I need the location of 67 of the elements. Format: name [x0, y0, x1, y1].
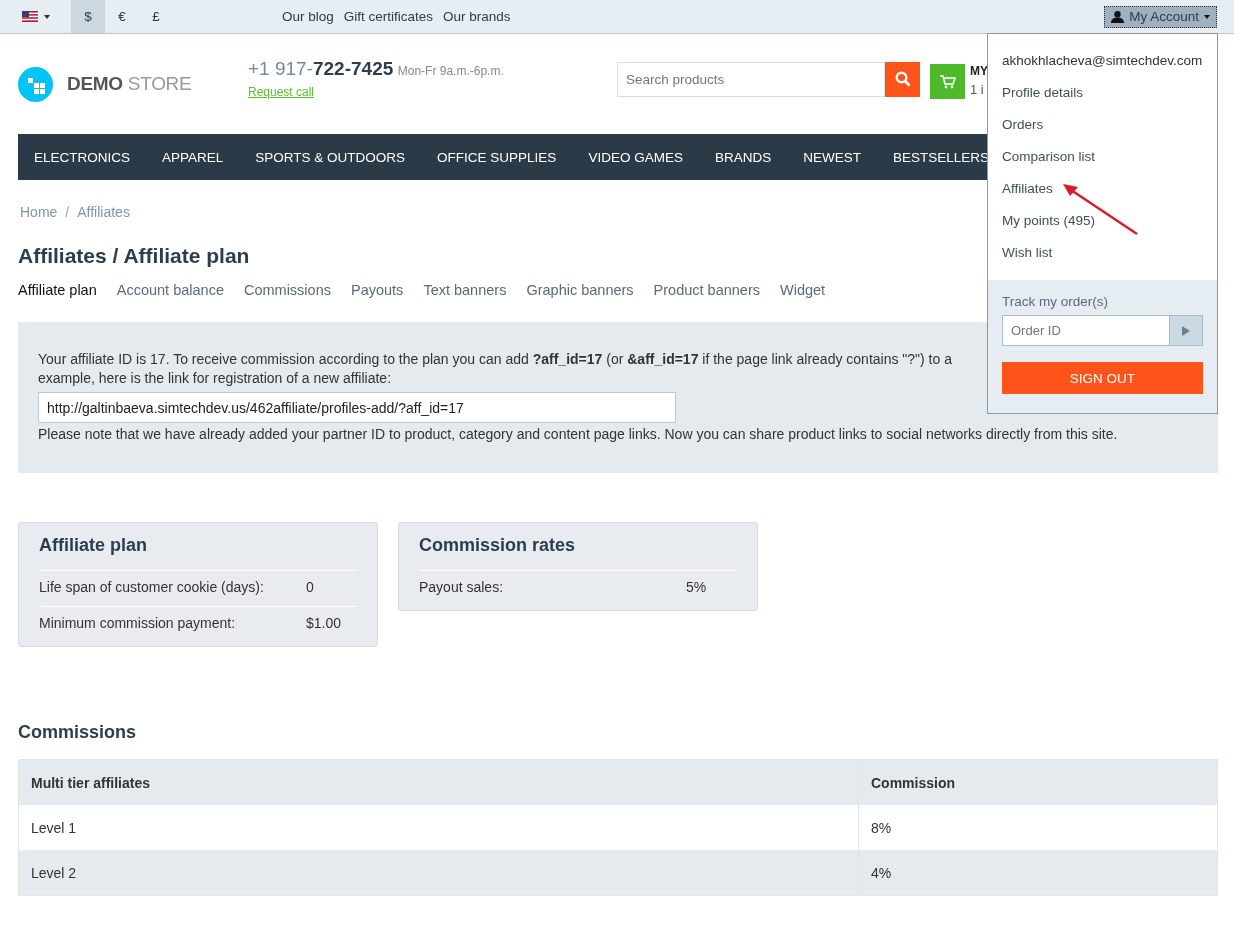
tab[interactable]: Text banners [423, 282, 507, 298]
menu-item[interactable]: Orders [1002, 108, 1203, 140]
search-field[interactable]: Search products [617, 61, 885, 97]
account-email: akhokhlacheva@simtechdev.com [1002, 51, 1203, 70]
search-icon [894, 71, 911, 87]
nav-item[interactable]: SPORTS & OUTDOORS [255, 149, 406, 165]
track-order-label: Track my order(s) [1002, 294, 1109, 309]
card-title: Commission rates [419, 535, 577, 556]
currency-option[interactable]: £ [139, 0, 173, 33]
field-label: Payout sales: [419, 579, 505, 595]
go-button[interactable] [1169, 316, 1202, 345]
tab[interactable]: Widget [780, 282, 826, 298]
link-field[interactable]: http://galtinbaeva.simtechdev.us/462affiliate/profiles-add/?aff_id=17 [38, 392, 676, 423]
tab[interactable]: Account balance [116, 282, 224, 298]
top-link[interactable]: Our blog [282, 9, 334, 24]
nav-item[interactable]: BESTSELLERS [892, 149, 989, 165]
logo-icon[interactable] [18, 66, 53, 102]
breadcrumb-separator: / [65, 204, 70, 220]
nav-item[interactable]: VIDEO GAMES [588, 149, 683, 165]
caret-icon [43, 14, 50, 19]
tab[interactable]: Payouts [350, 282, 404, 298]
top-link[interactable]: Gift certificates [343, 9, 434, 24]
caret-icon [1204, 14, 1210, 19]
menu-item[interactable]: My points (495) [1002, 204, 1203, 236]
nav-item[interactable]: NEWEST [803, 149, 861, 165]
affiliate-info-text: Your affiliate ID is 17. To receive commission according to the plan you can add ?aff_id=17 (or &aff_id=17 if the page link already contains "?") to a example, here is the link for registration of a new affiliate: [38, 350, 952, 388]
menu-item[interactable]: Profile details [1002, 76, 1203, 108]
flag-icon[interactable] [21, 11, 38, 22]
currency-option[interactable]: $ [71, 0, 105, 33]
menu-item[interactable]: Wish list [1002, 236, 1203, 268]
top-link[interactable]: Our brands [443, 9, 511, 24]
cart-button[interactable] [930, 64, 965, 99]
user-icon [1111, 10, 1125, 23]
table-cell-text: 4% [870, 863, 893, 883]
note-text: Please note that we have already added your partner ID to product, category and content page links. Now you can share product links to social networks directly from this site. [38, 425, 1119, 444]
field-label: Minimum commission payment: [39, 615, 237, 631]
table-cell-text: 8% [870, 818, 893, 838]
table-cell: Level 2 [19, 850, 859, 895]
working-hours: Mon-Fr 9a.m.-6p.m. [397, 64, 504, 78]
nav-item[interactable]: BRANDS [714, 149, 772, 165]
column-header: Commission [870, 773, 956, 793]
tab[interactable]: Graphic banners [526, 282, 634, 298]
nav-item[interactable]: APPAREL [162, 149, 224, 165]
store-name[interactable]: DEMO STORE [67, 73, 192, 95]
nav-item[interactable]: OFFICE SUPPLIES [437, 149, 557, 165]
tab[interactable]: Product banners [653, 282, 760, 298]
my-account-button[interactable]: My Account [1104, 5, 1217, 28]
cart-title[interactable]: MY [970, 64, 988, 78]
field-value: 5% [686, 579, 707, 595]
currency-option[interactable]: € [105, 0, 139, 33]
section-title: Commissions [18, 722, 138, 744]
field-label: Life span of customer cookie (days): [39, 579, 265, 595]
card-title: Affiliate plan [39, 535, 148, 556]
play-icon [1182, 325, 1190, 336]
menu-item[interactable]: Comparison list [1002, 140, 1203, 172]
page-title: Affiliates / Affiliate plan [18, 244, 250, 269]
tab[interactable]: Commissions [243, 282, 331, 298]
order-id-field[interactable]: Order ID [1002, 315, 1203, 346]
menu-item[interactable]: Affiliates [1002, 172, 1203, 204]
search-button[interactable] [885, 61, 920, 97]
field-value: 0 [306, 579, 314, 595]
cart-icon [939, 74, 956, 89]
tab[interactable]: Affiliate plan [18, 282, 97, 298]
phone-number: +1 917-722-7425 [248, 58, 394, 79]
field-value: $1.00 [306, 615, 342, 631]
nav-item[interactable]: ELECTRONICS [34, 149, 131, 165]
cart-summary: 1 i [970, 82, 985, 97]
